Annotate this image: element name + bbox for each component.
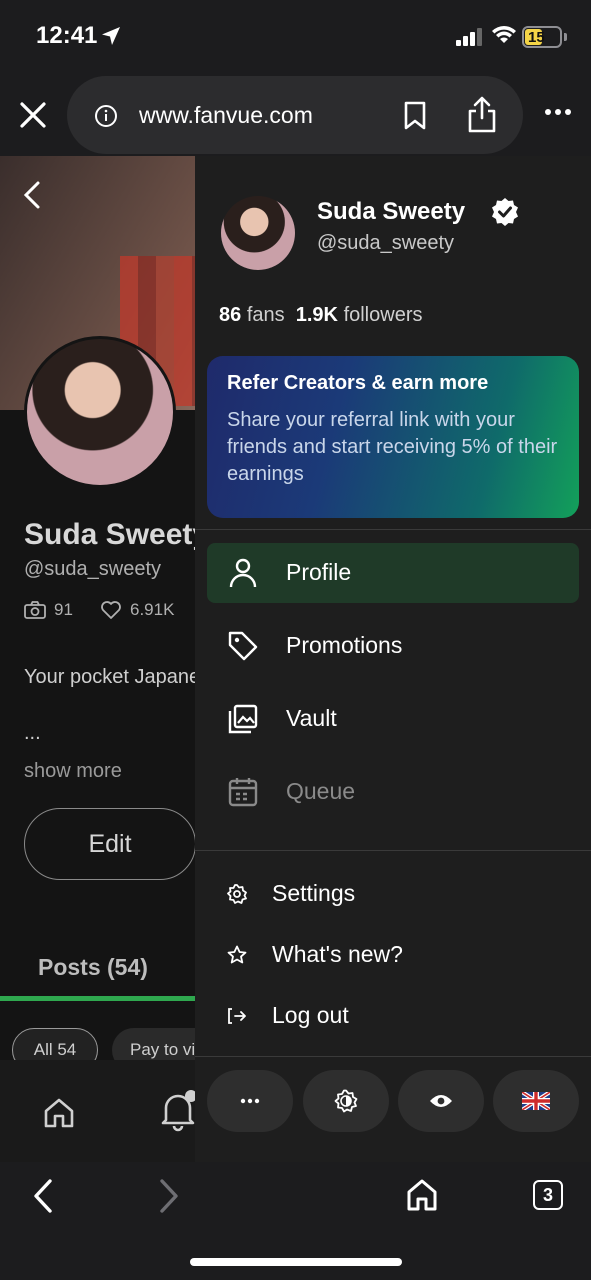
- avatar[interactable]: [24, 336, 176, 488]
- posts-stat: 91: [24, 600, 73, 620]
- back-chevron-icon[interactable]: [22, 180, 42, 210]
- menu-item-label: Profile: [286, 559, 352, 585]
- tabs-button[interactable]: 3: [533, 1180, 563, 1210]
- location-arrow-icon: [102, 27, 120, 45]
- bookmark-icon[interactable]: [403, 101, 427, 131]
- verified-badge-icon: [492, 198, 518, 226]
- menu-item-label: Promotions: [286, 632, 403, 658]
- browser-toolbar: www.fanvue.com: [0, 72, 591, 158]
- menu-item-settings[interactable]: Settings: [207, 870, 579, 918]
- url-text[interactable]: www.fanvue.com: [139, 102, 313, 129]
- home-icon[interactable]: [406, 1178, 438, 1212]
- side-drawer: Suda Sweety @suda_sweety 86 fans 1.9K fo…: [195, 156, 591, 1162]
- likes-stat: 6.91K: [100, 600, 174, 620]
- more-icon[interactable]: [544, 108, 572, 116]
- tab-posts[interactable]: Posts (54): [38, 954, 148, 981]
- divider: [195, 1056, 591, 1057]
- images-icon: [228, 704, 258, 734]
- person-icon: [229, 558, 257, 588]
- tab-indicator: [0, 996, 196, 1001]
- home-indicator: [190, 1258, 402, 1266]
- tag-icon: [228, 631, 258, 661]
- edit-profile-button[interactable]: Edit: [24, 808, 196, 880]
- drawer-stats: 86 fans 1.9K followers: [219, 304, 422, 327]
- menu-item-vault[interactable]: Vault: [207, 689, 579, 749]
- menu-item-logout[interactable]: Log out: [207, 992, 579, 1040]
- refer-creators-card[interactable]: Refer Creators & earn more Share your re…: [207, 356, 579, 518]
- menu-item-profile[interactable]: Profile: [207, 543, 579, 603]
- drawer-name: Suda Sweety: [317, 198, 466, 225]
- calendar-icon: [228, 778, 258, 807]
- camera-icon: [24, 601, 46, 619]
- gear-icon: [227, 884, 247, 904]
- posts-count: 91: [54, 600, 73, 619]
- divider: [195, 529, 591, 530]
- followers-count: 1.9K: [295, 304, 338, 326]
- fans-label: fans: [246, 304, 285, 326]
- show-more-link[interactable]: show more: [24, 760, 122, 783]
- more-options-button[interactable]: [207, 1070, 293, 1132]
- more-icon: [240, 1098, 260, 1104]
- menu-item-queue[interactable]: Queue: [207, 762, 579, 822]
- home-icon[interactable]: [42, 1096, 76, 1130]
- bell-icon[interactable]: [160, 1090, 196, 1132]
- likes-count: 6.91K: [130, 600, 175, 619]
- back-icon[interactable]: [32, 1178, 54, 1214]
- fans-count: 86: [219, 304, 242, 326]
- menu-item-label: Settings: [272, 880, 356, 906]
- language-button[interactable]: [493, 1070, 579, 1132]
- menu-item-label: Vault: [286, 705, 337, 731]
- status-bar: 12:41 15: [0, 0, 591, 72]
- star-icon: [227, 945, 247, 964]
- refer-body: Share your referral link with your frien…: [227, 409, 558, 485]
- refer-title: Refer Creators & earn more: [227, 372, 489, 394]
- uk-flag-icon: [522, 1092, 550, 1110]
- profile-handle: @suda_sweety: [24, 558, 162, 580]
- status-time: 12:41: [36, 22, 98, 49]
- theme-icon: [334, 1089, 358, 1113]
- info-icon[interactable]: [94, 104, 118, 128]
- theme-toggle-button[interactable]: [303, 1070, 389, 1132]
- eye-icon: [430, 1095, 452, 1107]
- menu-item-label: What's new?: [272, 941, 403, 967]
- browser-bottom-bar: 3: [0, 1162, 591, 1280]
- bio-text: Your pocket Japanese: [24, 666, 222, 688]
- menu-item-label: Queue: [286, 778, 356, 804]
- followers-label: followers: [343, 304, 423, 326]
- divider: [195, 850, 591, 851]
- address-bar[interactable]: www.fanvue.com: [67, 76, 523, 154]
- drawer-avatar[interactable]: [221, 196, 295, 270]
- menu-item-whats-new[interactable]: What's new?: [207, 931, 579, 979]
- share-icon[interactable]: [467, 96, 497, 134]
- visibility-button[interactable]: [398, 1070, 484, 1132]
- cellular-signal-icon: [456, 28, 482, 46]
- heart-icon: [101, 601, 121, 619]
- profile-name: Suda Sweety: [24, 518, 210, 551]
- drawer-handle: @suda_sweety: [317, 232, 455, 254]
- battery-icon: 15: [522, 26, 562, 48]
- forward-icon[interactable]: [158, 1178, 180, 1214]
- close-icon[interactable]: [18, 100, 48, 130]
- menu-item-promotions[interactable]: Promotions: [207, 616, 579, 676]
- logout-icon: [228, 1008, 246, 1024]
- bio-ellipsis: ...: [24, 722, 41, 744]
- wifi-icon: [492, 26, 516, 43]
- battery-level: 15: [528, 29, 545, 46]
- menu-item-label: Log out: [272, 1002, 349, 1028]
